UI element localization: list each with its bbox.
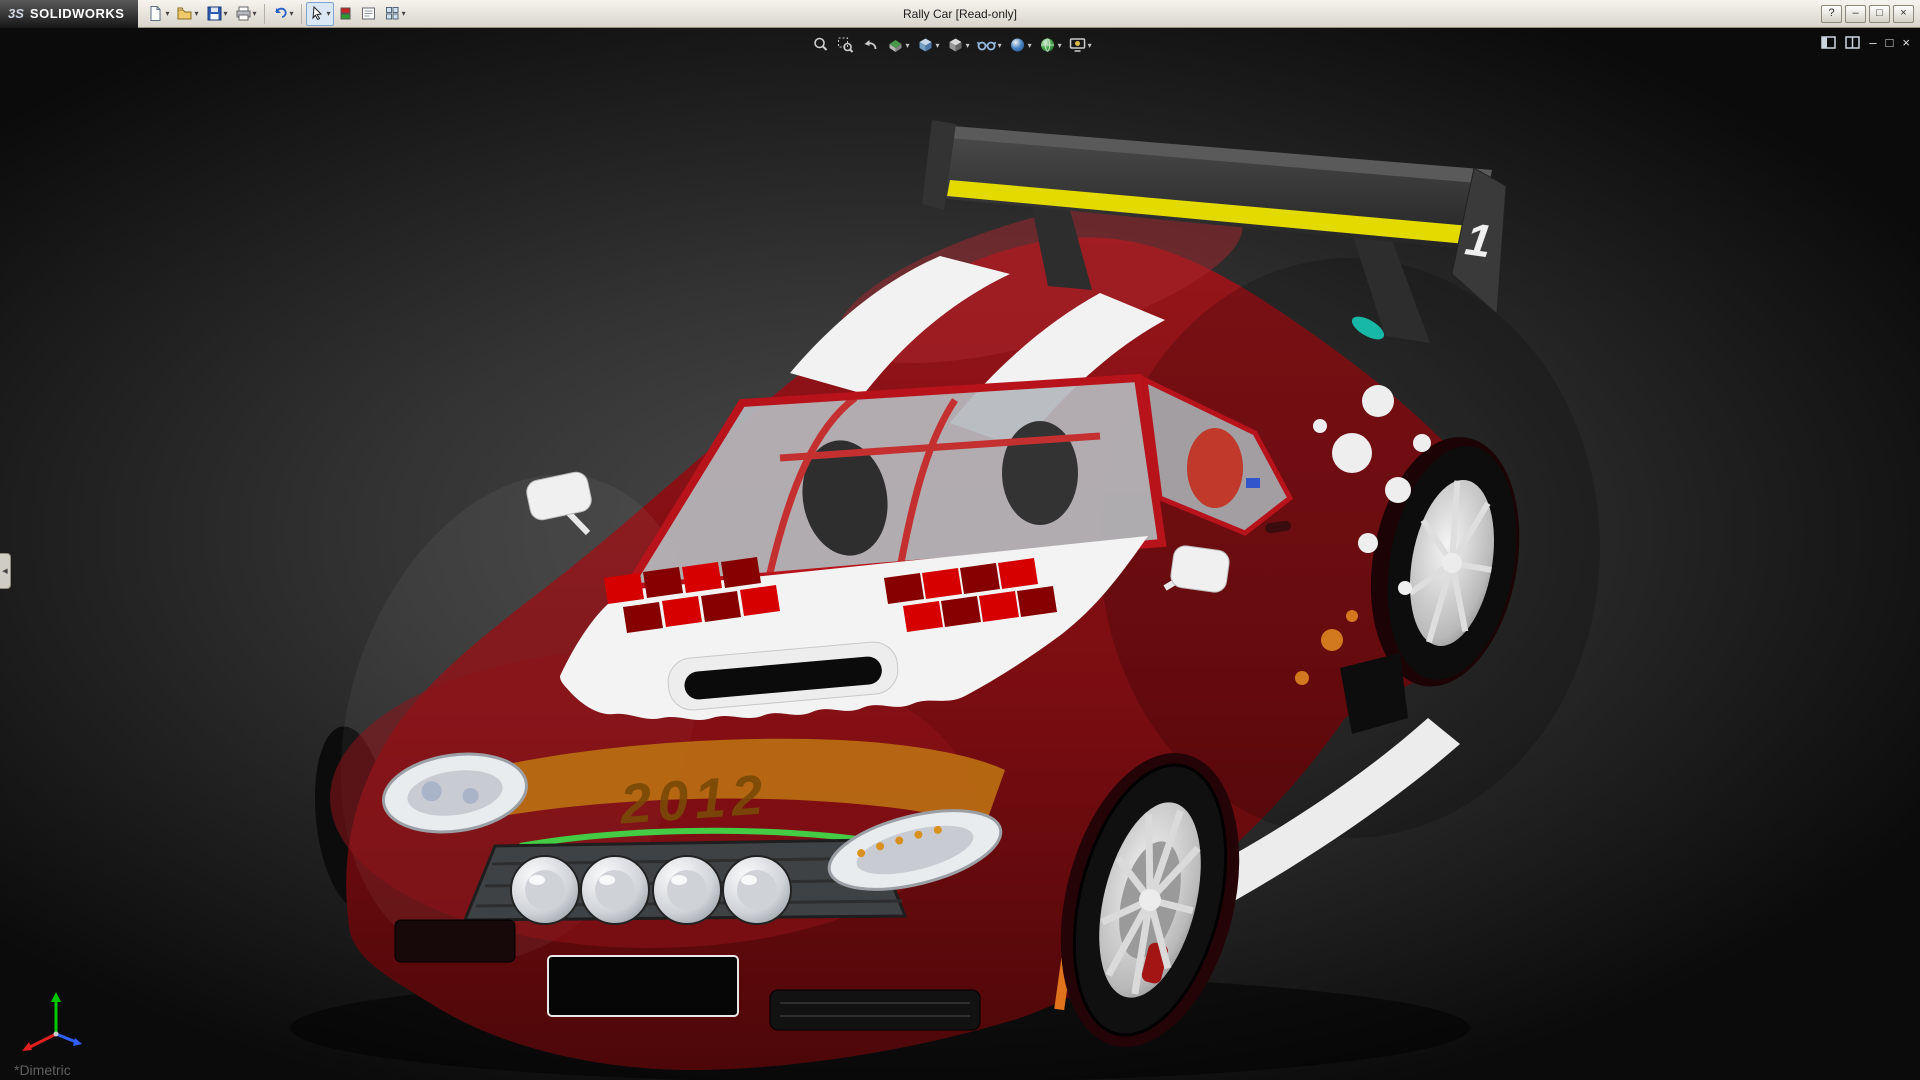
select-tool-button[interactable]	[306, 2, 334, 26]
print-button[interactable]	[232, 2, 260, 26]
left-intake-mesh	[395, 920, 515, 962]
sheet-format-button[interactable]	[357, 2, 380, 26]
hide-show-items-icon	[977, 36, 997, 54]
pane-left-button[interactable]	[1821, 36, 1836, 49]
print-icon	[235, 5, 252, 22]
x-axis-arrow	[22, 1042, 32, 1051]
apply-scene-button[interactable]	[1039, 36, 1062, 54]
document-title: Rally Car [Read-only]	[903, 7, 1017, 21]
options-grid-icon	[384, 5, 401, 22]
chevron-left-icon: ◀	[2, 567, 7, 575]
zoom-to-area-icon	[837, 36, 855, 54]
section-view-icon	[887, 36, 905, 54]
edit-color-icon	[338, 5, 353, 22]
3ds-logo-icon: 3S	[8, 6, 24, 21]
panel-collapse-tab[interactable]: ◀	[0, 553, 11, 589]
view-orientation-icon	[917, 36, 935, 54]
section-view-button[interactable]	[887, 36, 910, 54]
titlebar: 3S SOLIDWORKS	[0, 0, 1920, 28]
rally-car-model: 2012	[0, 28, 1920, 1080]
doc-close-button[interactable]: ×	[1902, 36, 1910, 49]
new-document-icon	[147, 5, 164, 22]
heads-up-view-toolbar	[812, 36, 1092, 54]
pane-split-button[interactable]	[1845, 36, 1860, 49]
edit-color-button[interactable]	[335, 2, 356, 26]
restore-button[interactable]: □	[1869, 5, 1890, 23]
close-button[interactable]: ×	[1893, 5, 1914, 23]
doc-restore-button[interactable]: □	[1886, 36, 1894, 49]
z-axis-arrow	[73, 1038, 82, 1046]
minimize-button[interactable]: –	[1845, 5, 1866, 23]
doc-minimize-button[interactable]: –	[1869, 36, 1876, 49]
new-document-button[interactable]	[144, 2, 172, 26]
window-controls: ? – □ ×	[1821, 5, 1920, 23]
sheet-format-icon	[360, 5, 377, 22]
main-toolbar	[138, 2, 414, 26]
open-document-button[interactable]	[173, 2, 201, 26]
zoom-to-fit-icon	[812, 36, 830, 54]
previous-view-icon	[862, 36, 880, 54]
options-button[interactable]	[381, 2, 409, 26]
edit-appearance-button[interactable]	[1009, 36, 1032, 54]
hide-show-items-button[interactable]	[977, 36, 1002, 54]
solidworks-window: 3S SOLIDWORKS	[0, 0, 1920, 1080]
zoom-to-fit-button[interactable]	[812, 36, 830, 54]
y-axis-arrow	[51, 992, 61, 1002]
app-name: SOLIDWORKS	[30, 6, 125, 21]
help-button[interactable]: ?	[1821, 5, 1842, 23]
solidworks-logo: 3S SOLIDWORKS	[0, 0, 138, 28]
view-settings-icon	[1069, 36, 1087, 54]
save-button[interactable]	[203, 2, 231, 26]
pane-left-icon	[1821, 36, 1836, 49]
zoom-to-area-button[interactable]	[837, 36, 855, 54]
lower-mesh	[770, 990, 980, 1030]
apply-scene-icon	[1039, 36, 1057, 54]
edit-appearance-icon	[1009, 36, 1027, 54]
toolbar-separator	[301, 4, 302, 24]
display-style-icon	[947, 36, 965, 54]
toolbar-separator	[264, 4, 265, 24]
view-settings-button[interactable]	[1069, 36, 1092, 54]
bumper-year-decal: 2012	[617, 762, 771, 835]
reference-triad	[14, 984, 98, 1056]
license-plate	[548, 956, 738, 1016]
open-document-icon	[176, 5, 193, 22]
previous-view-button[interactable]	[862, 36, 880, 54]
view-orientation-button[interactable]	[917, 36, 940, 54]
document-window-controls: – □ ×	[1821, 36, 1910, 49]
undo-icon	[272, 5, 289, 22]
view-orientation-label: *Dimetric	[14, 1062, 71, 1078]
pane-split-icon	[1845, 36, 1860, 49]
select-cursor-icon	[309, 5, 326, 22]
undo-button[interactable]	[269, 2, 297, 26]
graphics-area[interactable]: 2012	[0, 28, 1920, 1080]
display-style-button[interactable]	[947, 36, 970, 54]
save-icon	[206, 5, 223, 22]
